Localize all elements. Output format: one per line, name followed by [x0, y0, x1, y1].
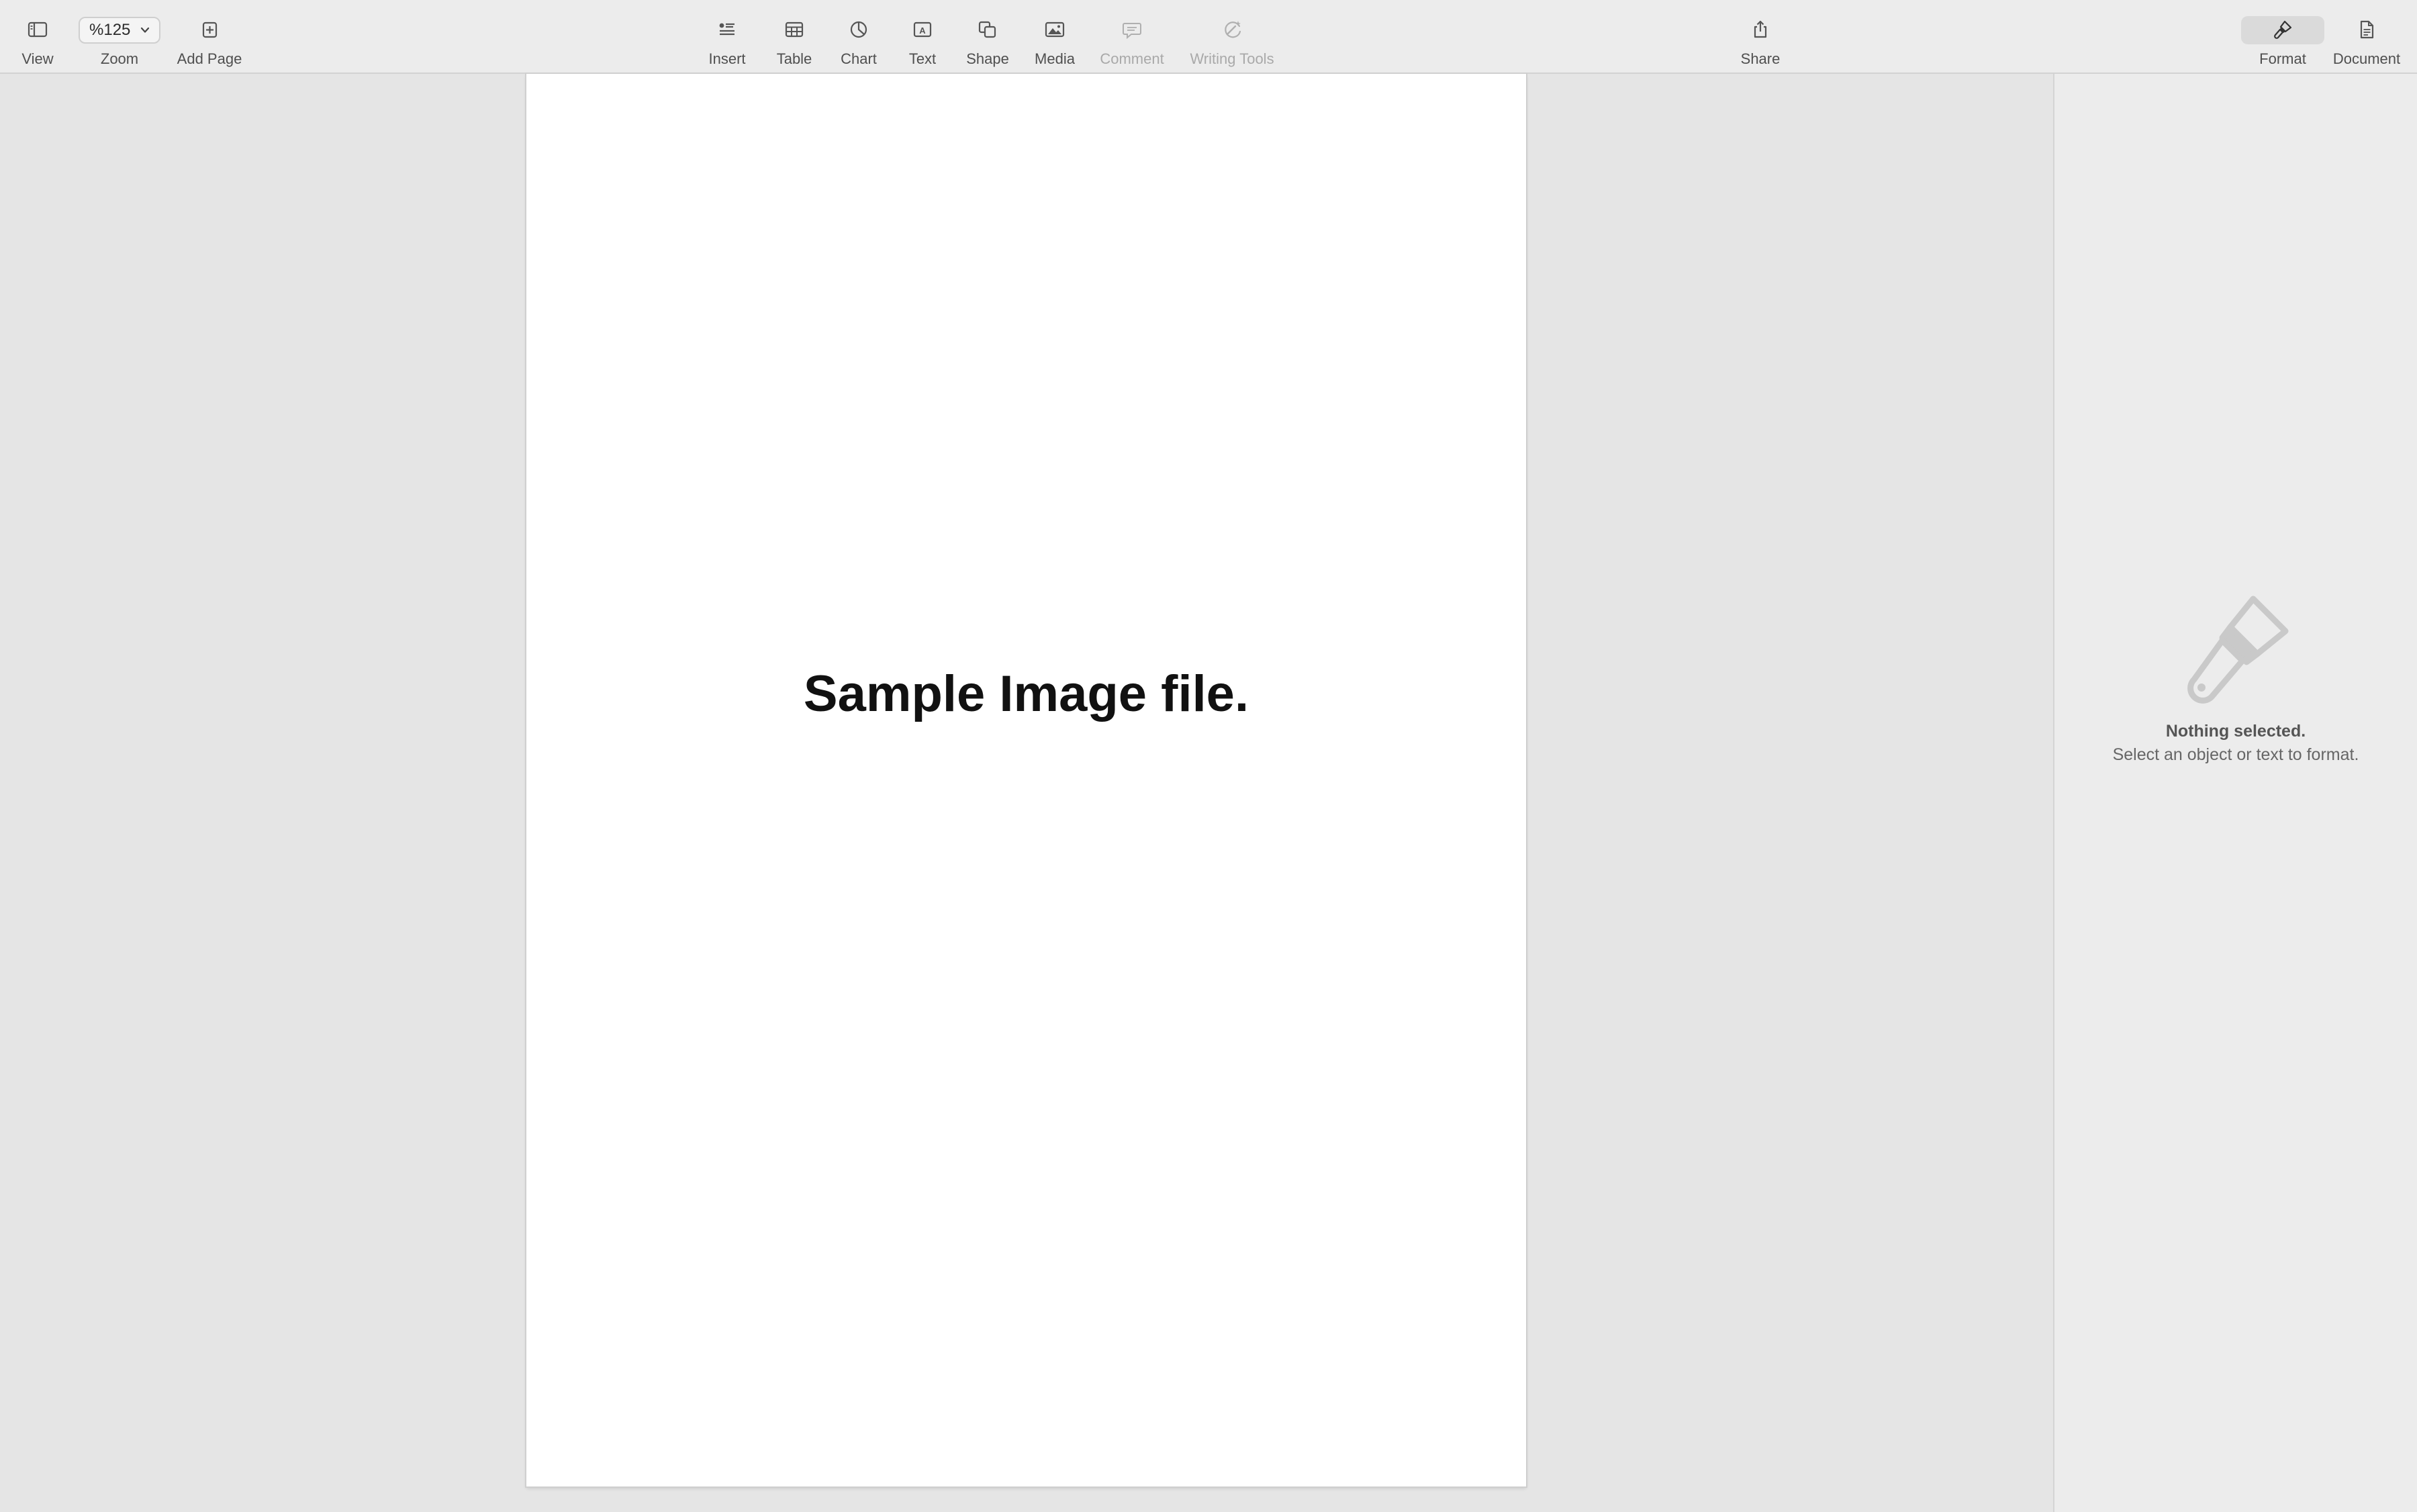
- insert-label: Insert: [708, 50, 746, 67]
- format-inspector: Nothing selected. Select an object or te…: [2053, 74, 2417, 1512]
- writing-tools-label: Writing Tools: [1190, 50, 1274, 67]
- document-button[interactable]: Document: [2330, 0, 2404, 74]
- document-label: Document: [2332, 50, 2401, 67]
- zoom-value: %125: [89, 21, 131, 39]
- pie-chart-icon: [850, 21, 867, 38]
- shape-icon: [978, 21, 996, 38]
- nothing-selected-subtitle: Select an object or text to format.: [2112, 745, 2359, 764]
- view-button[interactable]: View: [12, 0, 63, 74]
- writing-tools-icon: [1225, 21, 1241, 38]
- sidebar-icon: [28, 21, 48, 38]
- list-insert-icon: [719, 23, 734, 36]
- toolbar: View %125 Zoom Add Page Insert Table Cha…: [0, 0, 2417, 74]
- paintbrush-icon: [2274, 20, 2292, 39]
- shape-button[interactable]: Shape: [960, 0, 1015, 74]
- plus-square-icon: [202, 21, 218, 38]
- writing-tools-button[interactable]: Writing Tools: [1182, 0, 1282, 74]
- paintbrush-placeholder-icon: [2179, 589, 2293, 710]
- media-button[interactable]: Media: [1027, 0, 1082, 74]
- add-page-label: Add Page: [177, 50, 242, 67]
- document-canvas[interactable]: Sample Image file.: [0, 74, 2053, 1512]
- table-icon: [785, 21, 804, 38]
- svg-text:A: A: [919, 26, 926, 36]
- format-button[interactable]: Format: [2241, 0, 2324, 74]
- comment-label: Comment: [1100, 50, 1164, 67]
- share-label: Share: [1740, 50, 1781, 67]
- table-label: Table: [776, 50, 812, 67]
- document-page[interactable]: Sample Image file.: [526, 74, 1526, 1486]
- chevron-down-icon: [140, 27, 150, 33]
- zoom-control[interactable]: %125 Zoom: [78, 0, 161, 74]
- share-icon: [1754, 20, 1767, 38]
- format-label: Format: [2259, 50, 2306, 67]
- text-label: Text: [908, 50, 937, 67]
- comment-button[interactable]: Comment: [1094, 0, 1170, 74]
- add-page-button[interactable]: Add Page: [173, 0, 246, 74]
- page-title-text[interactable]: Sample Image file.: [526, 665, 1526, 723]
- table-button[interactable]: Table: [768, 0, 820, 74]
- share-button[interactable]: Share: [1734, 0, 1787, 74]
- zoom-select[interactable]: %125: [79, 17, 160, 44]
- insert-button[interactable]: Insert: [700, 0, 755, 74]
- view-label: View: [21, 50, 54, 67]
- chart-button[interactable]: Chart: [833, 0, 885, 74]
- document-icon: [2360, 20, 2374, 39]
- nothing-selected-title: Nothing selected.: [2165, 722, 2306, 741]
- comment-icon: [1123, 23, 1141, 40]
- chart-label: Chart: [841, 50, 877, 67]
- shape-label: Shape: [966, 50, 1009, 67]
- text-button[interactable]: A Text: [897, 0, 948, 74]
- text-box-icon: A: [913, 21, 932, 38]
- media-label: Media: [1035, 50, 1075, 67]
- photo-icon: [1045, 21, 1065, 38]
- zoom-label: Zoom: [100, 50, 139, 67]
